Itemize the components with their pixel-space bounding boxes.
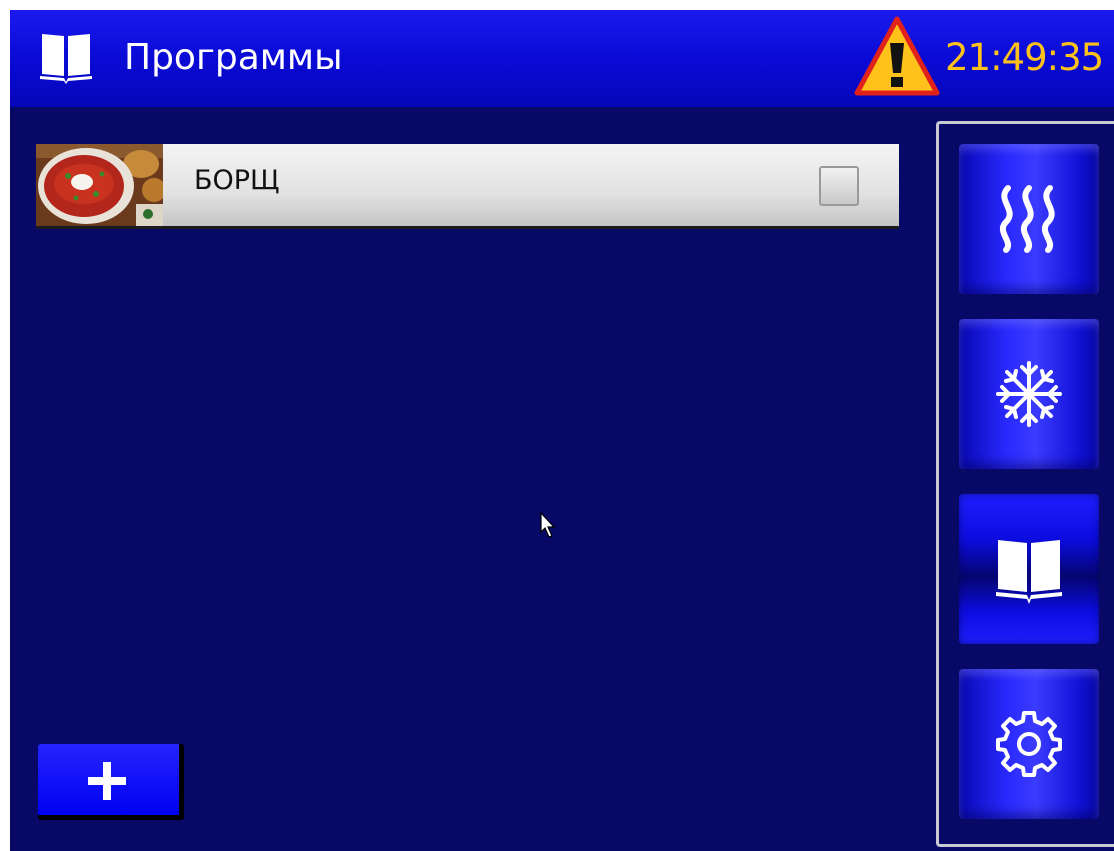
gear-icon [996,711,1062,777]
heat-waves-icon [999,185,1055,253]
plus-icon [88,762,126,800]
mode-nav-panel [936,121,1114,847]
warning-triangle-icon[interactable] [853,15,941,97]
program-select-checkbox[interactable] [819,166,859,206]
heating-mode-button[interactable] [959,144,1099,294]
oven-control-screen: Программы 21:49:35 БОРЩ [10,10,1114,851]
program-thumbnail [36,144,163,226]
clock: 21:49:35 [945,36,1104,79]
mouse-cursor-icon [540,512,556,538]
program-name: БОРЩ [194,165,280,196]
open-book-icon [40,34,92,84]
snowflake-icon [996,361,1062,427]
program-list-item[interactable]: БОРЩ [36,144,899,229]
page-title: Программы [124,37,343,78]
add-program-button[interactable] [38,744,184,820]
program-list: БОРЩ [36,144,899,229]
programs-mode-button[interactable] [959,494,1099,644]
settings-mode-button[interactable] [959,669,1099,819]
header-bar: Программы 21:49:35 [10,10,1114,107]
open-book-icon [996,540,1062,604]
cooling-mode-button[interactable] [959,319,1099,469]
